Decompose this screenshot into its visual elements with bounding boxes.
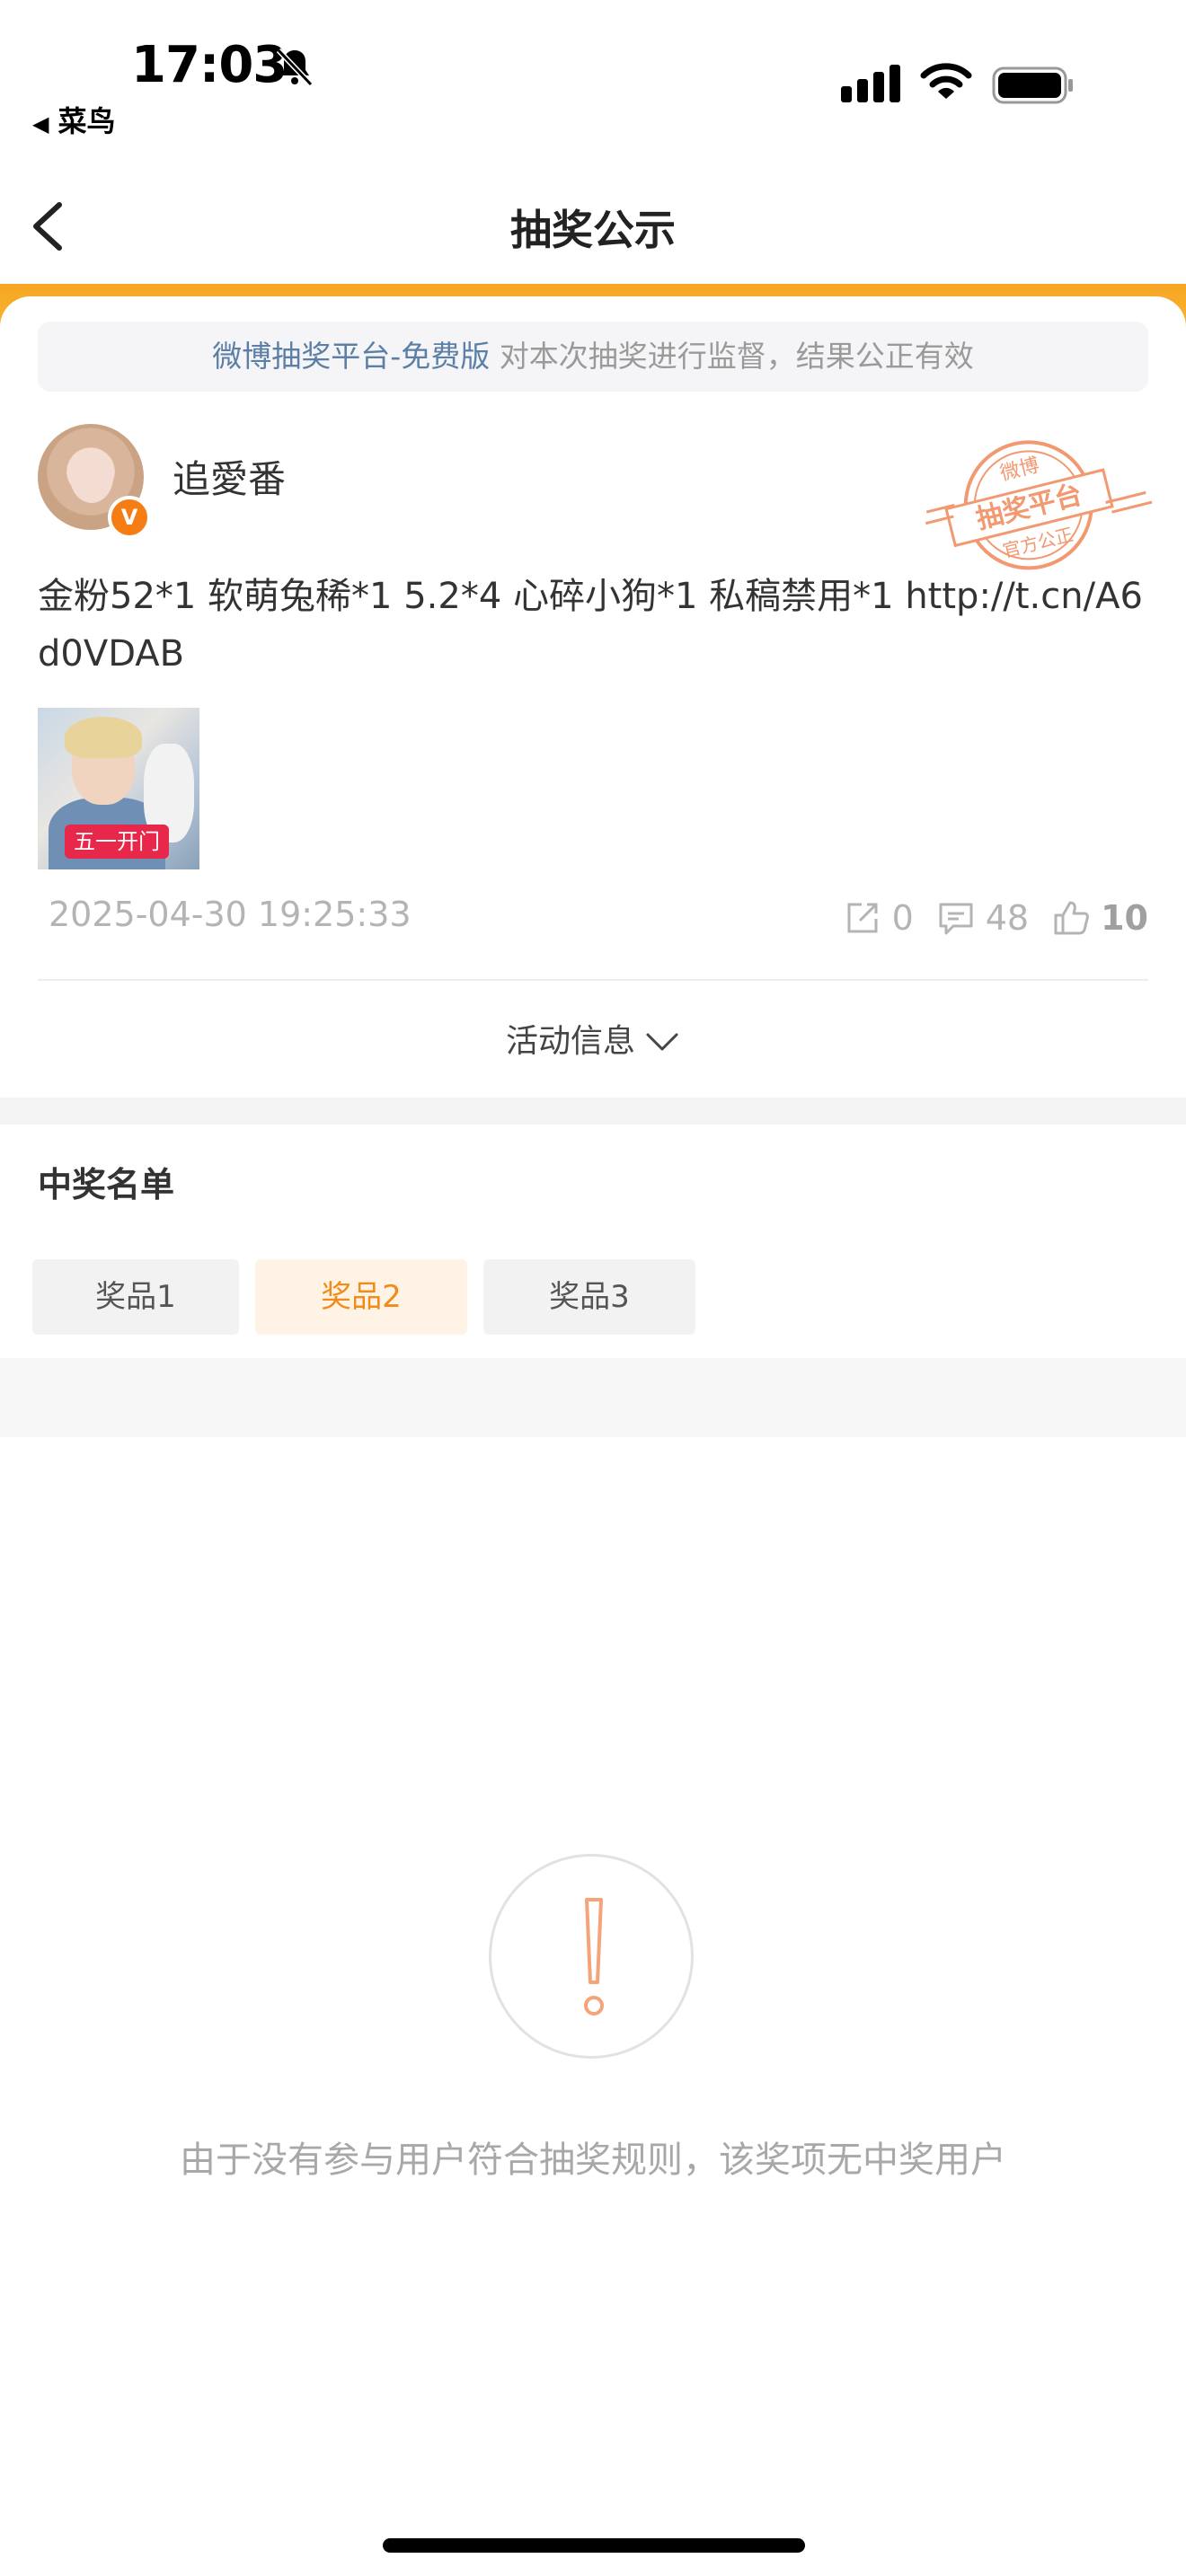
status-time: 17:03 [131, 36, 288, 94]
section-divider [0, 1098, 1186, 1125]
divider [38, 979, 1148, 981]
like-icon[interactable] [1052, 899, 1090, 937]
tab-prize-1[interactable]: 奖品1 [32, 1259, 239, 1335]
comment-icon[interactable] [937, 899, 975, 937]
home-indicator[interactable] [383, 2538, 805, 2553]
post-date: 2025-04-30 19:25:33 [49, 895, 412, 934]
activity-info-label: 活动信息 [505, 1023, 635, 1060]
author-name[interactable]: 追愛番 [173, 449, 286, 504]
tab-prize-3[interactable]: 奖品3 [483, 1259, 695, 1335]
empty-state-icon-circle [489, 1854, 694, 2059]
verified-badge-icon: V [108, 496, 151, 539]
page-title: 抽奖公示 [510, 206, 676, 254]
bell-slash-icon [276, 48, 314, 87]
post-text: 金粉52*1 软萌兔稀*1 5.2*4 心碎小狗*1 私稿禁用*1 http:/… [38, 576, 1143, 675]
repost-icon[interactable] [844, 899, 881, 937]
status-bar: 17:03 ◀ 菜鸟 [0, 0, 1186, 153]
thumb-figure-hair [65, 717, 142, 758]
repost-count: 0 [891, 898, 914, 938]
lottery-platform-stamp: 微博 抽奖平台 官方公正 [925, 440, 1153, 570]
empty-state-message: 由于没有参与用户符合抽奖规则，该奖项无中奖用户 [180, 2139, 1006, 2181]
like-count: 10 [1101, 898, 1148, 938]
prize-tabs: 奖品1 奖品2 奖品3 [32, 1259, 712, 1335]
activity-info-toggle[interactable]: 活动信息 [0, 1015, 1186, 1062]
platform-link[interactable]: 微博抽奖平台-免费版 [212, 339, 490, 374]
signal-icon [841, 65, 900, 102]
stamp-top-text: 微博 [998, 454, 1042, 486]
wifi-icon [920, 63, 972, 99]
back-triangle-icon: ◀ [32, 111, 49, 137]
winners-title: 中奖名单 [38, 1165, 175, 1204]
platform-banner: 微博抽奖平台-免费版 对本次抽奖进行监督，结果公正有效 [38, 322, 1148, 392]
post-image[interactable]: 五一开门 [38, 708, 199, 869]
back-app-label: 菜鸟 [58, 104, 116, 138]
comment-count: 48 [985, 898, 1030, 938]
avatar-face [70, 451, 113, 503]
chevron-down-icon [646, 1033, 678, 1051]
winners-list-header [0, 1358, 1186, 1437]
post-stats: 0 48 10 [844, 893, 1148, 943]
image-tag: 五一开门 [65, 825, 169, 859]
back-to-app-button[interactable]: ◀ 菜鸟 [32, 99, 115, 140]
battery-icon [992, 66, 1073, 104]
platform-description: 对本次抽奖进行监督，结果公正有效 [490, 339, 974, 374]
post-card [0, 296, 1186, 1096]
exclamation-icon [584, 1898, 604, 2016]
tab-prize-2[interactable]: 奖品2 [255, 1259, 467, 1335]
